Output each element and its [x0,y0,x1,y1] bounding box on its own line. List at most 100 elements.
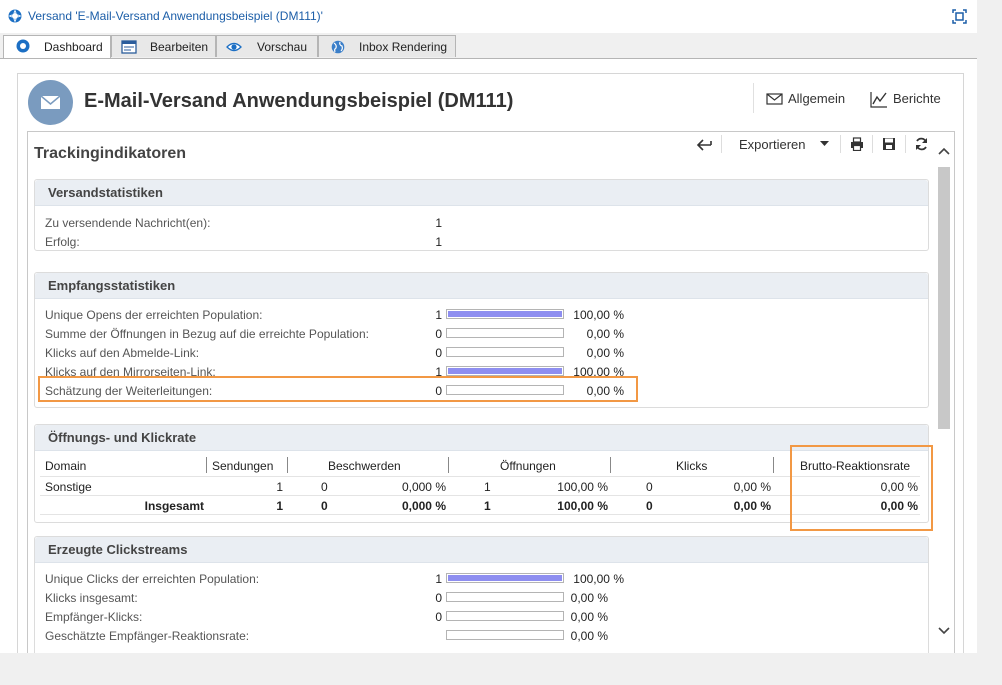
maximize-icon[interactable] [952,9,967,24]
reports-label: Berichte [893,91,941,106]
progress-fill [448,311,562,317]
dashboard-icon [16,39,30,53]
window-title: Versand 'E-Mail-Versand Anwendungsbeispi… [28,9,323,23]
envelope-icon [766,93,783,105]
save-icon[interactable] [882,137,896,151]
window-bottom-area [0,653,1002,685]
general-button[interactable]: Allgemein [766,91,848,107]
adobe-campaign-icon [8,9,22,23]
tab-inbox-rendering[interactable]: Inbox Rendering [318,35,456,57]
section-title: Öffnungs- und Klickrate [48,430,197,445]
table-cell-clicks: 0 [646,499,653,513]
column-separator [610,457,611,473]
stat-value: 1 [435,572,442,586]
tab-label: Dashboard [44,40,103,54]
stat-value: 0 [435,346,442,360]
tab-preview[interactable]: Vorschau [216,35,318,57]
stat-value: 0 [435,610,442,624]
tab-edit[interactable]: Bearbeiten [111,35,216,57]
table-cell-clicks: 0 [646,480,653,494]
column-separator [773,457,774,473]
section-title: Erzeugte Clickstreams [48,542,188,557]
section-title: Versandstatistiken [48,185,163,200]
stat-percent: 100,00 % [573,572,624,586]
stat-percent: 0,00 % [570,629,608,643]
column-separator [448,457,449,473]
table-cell-complaints-pct: 0,000 % [401,480,446,494]
progress-bar [446,573,564,583]
table-cell-clicks-pct: 0,00 % [733,480,771,494]
chevron-down-icon[interactable] [820,141,829,147]
reports-button[interactable]: Berichte [870,91,944,108]
column-header-complaints: Beschwerden [328,459,401,473]
section-header: Empfangsstatistiken [35,273,928,299]
progress-fill [448,575,562,581]
stat-value: 1 [435,235,442,249]
stat-label: Unique Opens der erreichten Population: [45,308,263,322]
section-header: Erzeugte Clickstreams [35,537,928,563]
toolbar-divider [840,135,841,153]
window-titlebar: Versand 'E-Mail-Versand Anwendungsbeispi… [0,0,977,33]
highlight-box-gross-rate [790,445,933,531]
column-separator [287,457,288,473]
globe-icon [331,40,345,54]
header-divider [753,83,754,113]
line-chart-icon [870,92,887,108]
stat-label: Erfolg: [45,235,80,249]
column-header-domain: Domain [45,459,87,473]
stat-percent: 100,00 % [573,308,624,322]
stat-label: Empfänger-Klicks: [45,610,143,624]
highlight-box-forwards [38,376,638,402]
column-header-opens: Öffnungen [500,459,556,473]
stat-label: Zu versendende Nachricht(en): [45,216,211,230]
eye-icon [226,42,242,52]
toolbar-divider [872,135,873,153]
stat-percent: 0,00 % [570,610,608,624]
stat-percent: 0,00 % [586,346,624,360]
table-cell-opens-pct: 100,00 % [557,499,608,513]
table-divider [40,495,920,496]
table-cell-domain: Sonstige [45,480,92,494]
table-divider [40,514,920,515]
back-arrow-icon[interactable] [696,137,713,151]
tab-dashboard[interactable]: Dashboard [3,35,111,59]
section-title: Empfangsstatistiken [48,278,176,293]
stat-label: Klicks insgesamt: [45,591,138,605]
table-cell-opens: 1 [484,499,491,513]
scroll-up-icon[interactable] [938,147,950,155]
stat-value: 0 [435,591,442,605]
edit-window-icon [121,40,137,54]
email-delivery-icon [28,80,73,125]
stat-value: 1 [435,308,442,322]
table-cell-sent: 1 [276,499,283,513]
section-header: Versandstatistiken [35,180,928,206]
progress-bar [446,347,564,357]
progress-bar [446,366,564,376]
export-button[interactable]: Exportieren [739,137,805,152]
table-cell-sent: 1 [276,480,283,494]
column-separator [206,457,207,473]
tab-label: Bearbeiten [150,40,209,54]
stat-label: Klicks auf den Abmelde-Link: [45,346,200,360]
toolbar-divider [721,135,722,153]
print-icon[interactable] [850,137,864,151]
tab-label: Inbox Rendering [359,40,448,54]
scrollbar-thumb[interactable] [938,167,950,429]
table-cell-clicks-pct: 0,00 % [733,499,771,513]
toolbar-divider [905,135,906,153]
progress-bar [446,309,564,319]
table-divider [40,476,920,477]
table-cell-opens-pct: 100,00 % [557,480,608,494]
column-header-clicks: Klicks [676,459,708,473]
scroll-down-icon[interactable] [938,627,950,635]
table-cell-complaints: 0 [321,480,328,494]
general-label: Allgemein [788,91,846,106]
table-cell-complaints: 0 [321,499,328,513]
stat-value: 0 [435,327,442,341]
table-cell-complaints-pct: 0,000 % [401,499,446,513]
progress-fill [448,368,562,374]
delivery-stats-section: Versandstatistiken [34,179,929,251]
refresh-icon[interactable] [914,137,929,151]
progress-bar [446,328,564,338]
page-title: E-Mail-Versand Anwendungsbeispiel (DM111… [84,90,514,112]
